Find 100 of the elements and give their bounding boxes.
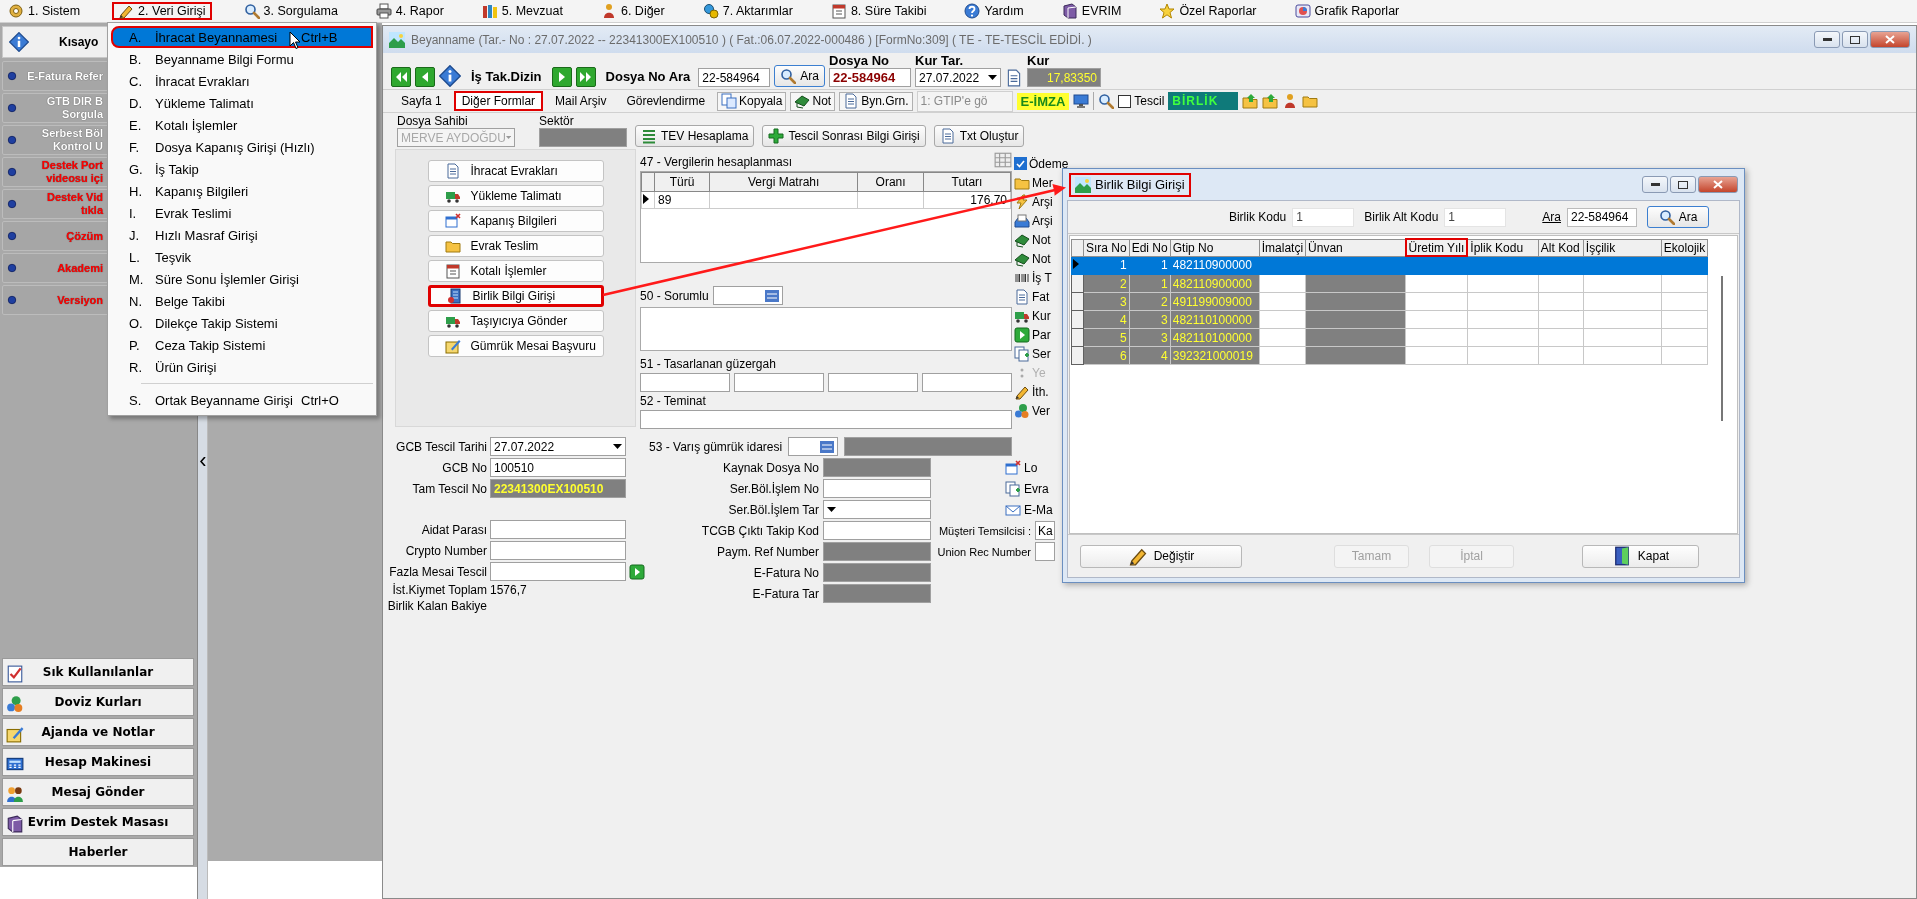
previous-button[interactable] [415, 67, 435, 87]
form-button[interactable]: Gümrük Mesai Başvuru [427, 335, 604, 357]
form-button[interactable]: Evrak Teslim [427, 235, 604, 257]
first-button[interactable] [391, 67, 411, 87]
link[interactable]: Ser [1032, 346, 1051, 361]
sidebar-button[interactable]: Ajanda ve Notlar [2, 718, 194, 746]
input-field[interactable] [490, 520, 626, 539]
form-button[interactable]: Kapanış Bilgileri [427, 210, 604, 232]
menu-item[interactable]: 1. Sistem [2, 2, 87, 20]
document-icon [939, 128, 956, 144]
menu-item[interactable]: Yardım [958, 2, 1030, 20]
close-button[interactable] [1870, 31, 1910, 48]
menu-item[interactable]: 8. Süre Takibi [824, 2, 933, 20]
form-button[interactable]: Kotalı İşlemler [427, 260, 604, 282]
sidebar-button[interactable]: Hesap Makinesi [2, 748, 194, 776]
action-button[interactable]: TEV Hesaplama [635, 125, 755, 147]
menu-item[interactable]: 6. Diğer [594, 2, 671, 20]
input-field[interactable]: 1 [1444, 207, 1507, 227]
input-field[interactable]: 1 [1292, 207, 1355, 227]
checkbox[interactable] [1014, 157, 1027, 170]
form-button[interactable]: Birlik Bilgi Girişi [427, 285, 604, 307]
search-field[interactable]: 22-584964 [698, 68, 771, 87]
menu-item[interactable]: R. Ürün Girişi [111, 356, 373, 378]
next-button[interactable] [551, 67, 572, 87]
menu-item[interactable]: 3. Sorgulama [237, 2, 344, 20]
input-field[interactable] [823, 521, 931, 540]
e-signature-button[interactable]: E-İMZA [1016, 92, 1070, 110]
tab[interactable]: Diğer Formlar [453, 91, 544, 111]
form-button[interactable]: Yükleme Talimatı [427, 185, 604, 207]
maximize-button[interactable] [1670, 176, 1696, 193]
menu-item[interactable]: Özel Raporlar [1153, 2, 1263, 20]
search-button[interactable]: Ara [774, 65, 826, 87]
menu-item[interactable]: P. Ceza Takip Sistemi [111, 334, 373, 356]
tab[interactable]: Mail Arşiv [547, 91, 615, 111]
link[interactable]: Arşi [1032, 213, 1053, 228]
checkbox[interactable] [1118, 94, 1132, 108]
link[interactable]: Evra [1024, 481, 1049, 496]
link[interactable]: Lo [1024, 460, 1038, 475]
input-field[interactable] [490, 562, 626, 581]
tab[interactable]: Sayfa 1 [393, 91, 450, 111]
search-button[interactable]: Ara [1647, 206, 1709, 228]
sidebar-button[interactable]: Haberler [2, 838, 194, 866]
search-field[interactable]: 22-584964 [1567, 207, 1637, 227]
route-field[interactable] [640, 373, 730, 392]
dialog-button[interactable]: Kapat [1582, 544, 1699, 568]
tab[interactable]: Görevlendirme [618, 91, 714, 111]
toolbar-button[interactable]: Not [790, 91, 836, 111]
date-field[interactable]: 27.07.2022 [915, 68, 1002, 87]
last-button[interactable] [575, 67, 596, 87]
dialog-button[interactable]: Değiştir [1080, 544, 1242, 568]
lookup-field[interactable] [712, 286, 783, 305]
form-button[interactable]: İhracat Evrakları [427, 160, 604, 182]
action-button[interactable]: Txt Oluştur [933, 125, 1025, 147]
menu-item[interactable]: Grafik Raporlar [1288, 2, 1406, 20]
sidebar-button[interactable]: Doviz Kurları [2, 688, 194, 716]
input-field[interactable]: 100510 [490, 458, 626, 477]
lookup-field[interactable] [788, 437, 839, 456]
guarantee-field[interactable] [640, 410, 1012, 429]
sidebar-button[interactable]: Evrim Destek Masası [2, 808, 194, 836]
link[interactable]: İş T [1032, 270, 1052, 285]
link[interactable]: E-Ma [1024, 502, 1053, 517]
link[interactable]: Mer [1032, 175, 1053, 190]
link[interactable]: Fat [1032, 289, 1050, 304]
menu-item[interactable]: 7. Aktarımlar [696, 2, 799, 20]
sidebar-button[interactable]: Mesaj Gönder [2, 778, 194, 806]
route-field[interactable] [922, 373, 1012, 392]
toolbar-button[interactable]: Kopyala [717, 91, 787, 111]
input-field[interactable] [823, 500, 931, 519]
input-field[interactable] [823, 479, 931, 498]
menu-item[interactable]: 5. Mevzuat [475, 2, 569, 20]
link[interactable]: Kur [1032, 308, 1051, 323]
maximize-button[interactable] [1842, 31, 1868, 48]
link[interactable]: Par [1032, 327, 1051, 342]
text-area[interactable] [640, 307, 1012, 351]
input-field[interactable] [490, 541, 626, 560]
form-button[interactable]: Taşıyıcıya Gönder [427, 310, 604, 332]
minimize-button[interactable] [1642, 176, 1668, 193]
menu-item[interactable]: S. Ortak Beyanname Girişi Ctrl+O [111, 389, 373, 411]
toolbar-button[interactable]: Byn.Grn. [839, 91, 913, 111]
close-button[interactable] [1698, 176, 1738, 193]
sidebar-button[interactable]: Sık Kullanılanlar [2, 658, 194, 686]
collapse-icon[interactable] [199, 456, 206, 466]
link[interactable]: Not [1032, 232, 1051, 247]
menu-item[interactable]: A. İhracat Beyannamesi Ctrl+B [111, 26, 373, 48]
input-field[interactable]: Ka [1035, 521, 1055, 540]
link[interactable]: İth. [1032, 384, 1049, 399]
menu-item[interactable]: O. Dilekçe Takip Sistemi [111, 312, 373, 334]
menu-item[interactable]: 4. Rapor [369, 2, 450, 20]
input-field[interactable]: 27.07.2022 [490, 437, 626, 456]
minimize-button[interactable] [1814, 31, 1840, 48]
route-field[interactable] [734, 373, 824, 392]
checkbox-label[interactable]: Ödeme [1029, 156, 1069, 171]
route-field[interactable] [828, 373, 918, 392]
action-button[interactable]: Tescil Sonrası Bilgi Girişi [762, 125, 926, 147]
link[interactable]: Arşi [1032, 194, 1053, 209]
link[interactable]: Not [1032, 251, 1051, 266]
menu-item[interactable]: 2. Veri Girişi [112, 2, 212, 20]
input-field[interactable] [1035, 542, 1055, 561]
link[interactable]: Ver [1032, 403, 1050, 418]
menu-item[interactable]: EVRIM [1055, 2, 1128, 20]
